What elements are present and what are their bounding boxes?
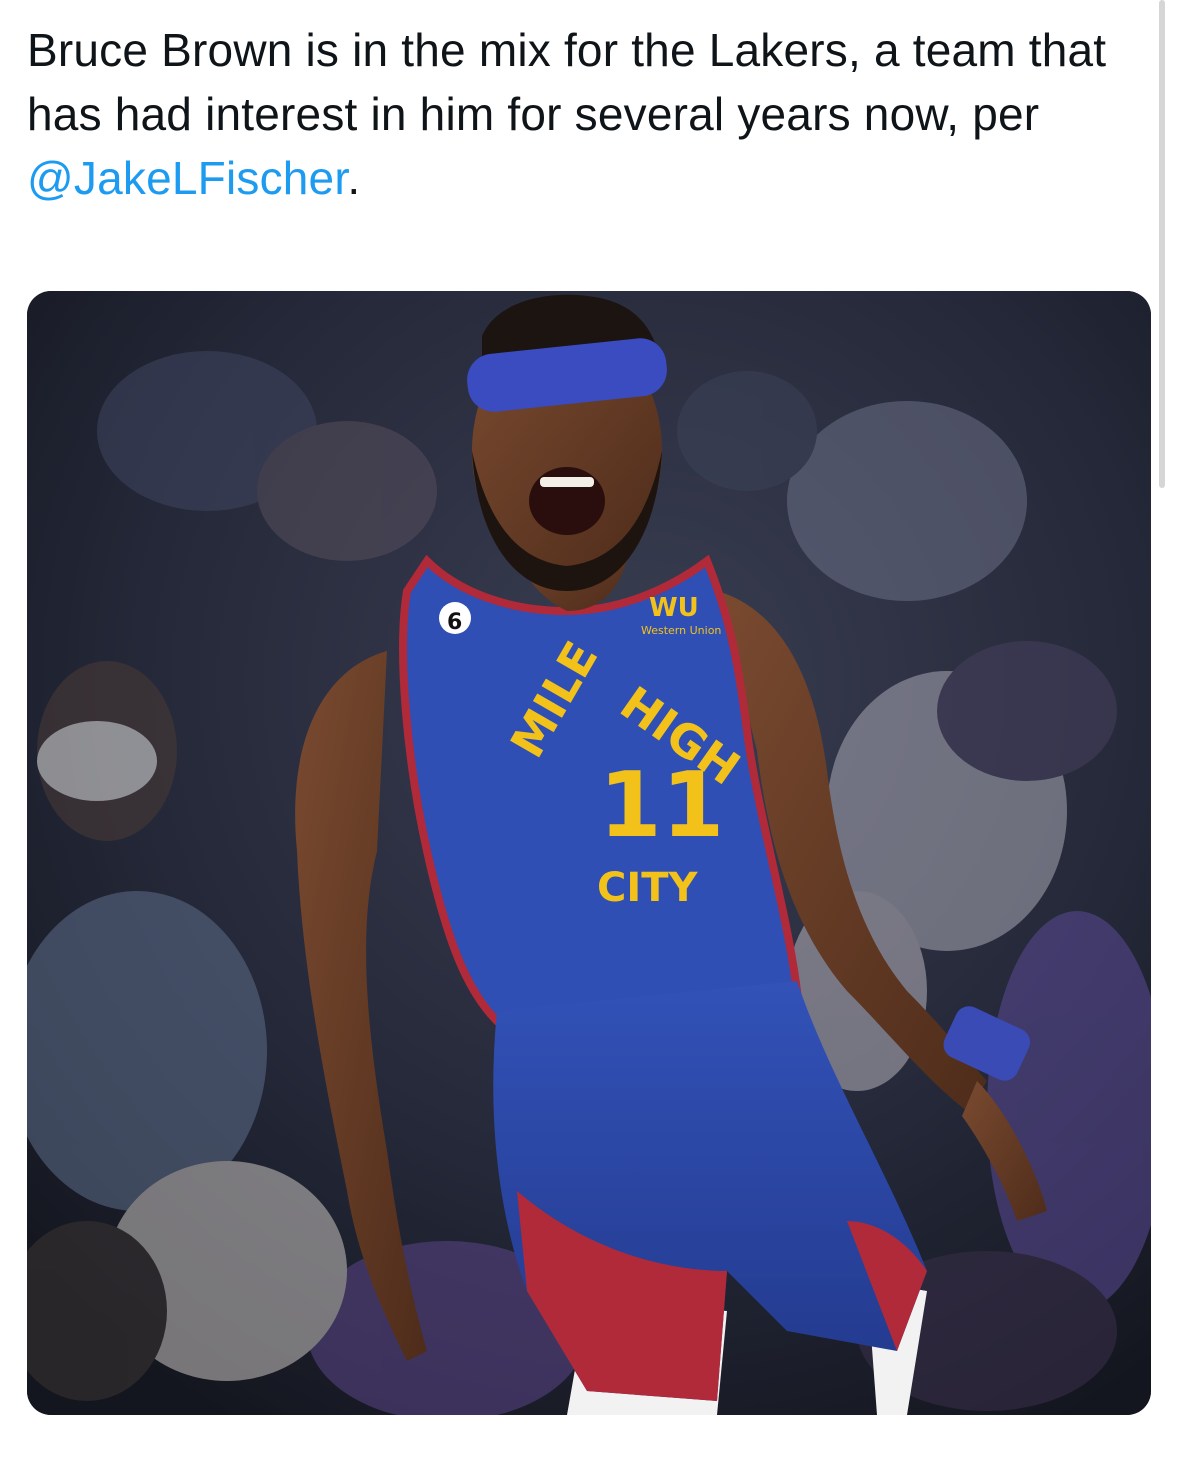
scrollbar[interactable]	[1159, 0, 1165, 488]
sponsor-name: Western Union	[641, 624, 721, 637]
sponsor-logo: WU	[649, 593, 699, 623]
jersey-text-city: CITY	[597, 865, 699, 911]
mention-link[interactable]: @JakeLFischer	[27, 152, 347, 204]
jersey-patch-number: 6	[447, 610, 462, 635]
tweet-text-body: Bruce Brown is in the mix for the Lakers…	[27, 24, 1107, 140]
tweet-text-end: .	[347, 152, 361, 204]
jersey-number: 11	[599, 753, 724, 858]
player-photo: MILE HIGH 11 CITY 6 WU Western Union	[27, 291, 1151, 1415]
tweet-media-image[interactable]: MILE HIGH 11 CITY 6 WU Western Union	[27, 291, 1151, 1415]
tweet-text: Bruce Brown is in the mix for the Lakers…	[27, 18, 1127, 210]
